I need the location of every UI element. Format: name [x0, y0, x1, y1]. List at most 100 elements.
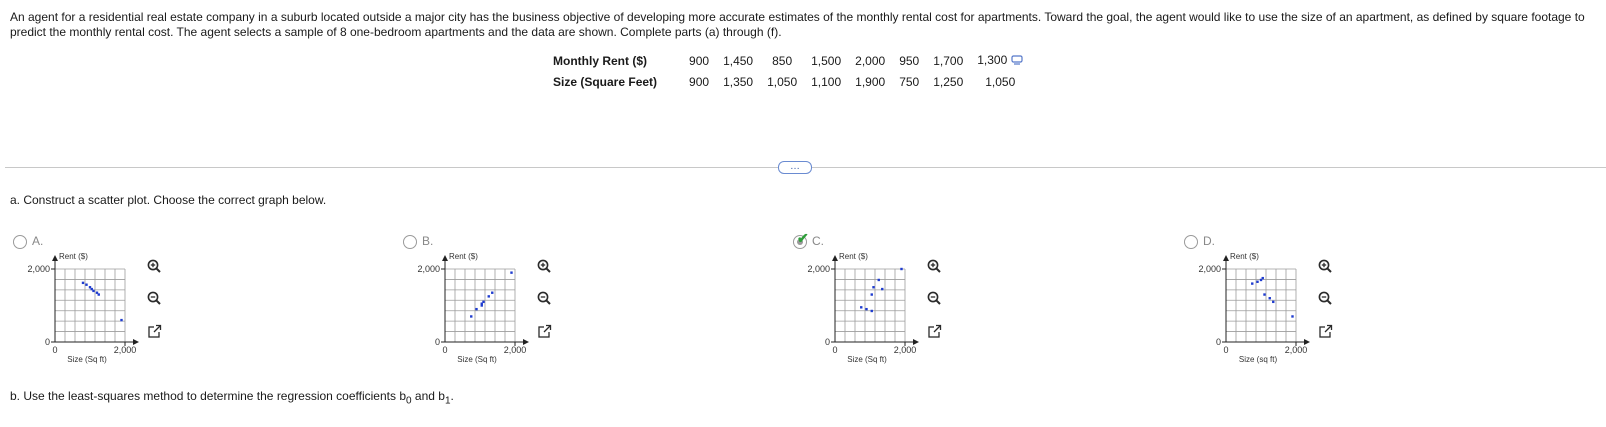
data-point: [1268, 297, 1271, 300]
data-point: [1251, 282, 1254, 285]
option-letter: A.: [32, 234, 44, 248]
part-b-suffix: .: [450, 389, 454, 403]
option-letter: C.: [812, 234, 824, 248]
x-tick-label: 0: [832, 345, 837, 355]
part-b-question: b. Use the least-squares method to deter…: [10, 389, 454, 406]
zoom-in-icon[interactable]: [1318, 259, 1332, 273]
rent-cell: 950: [899, 53, 920, 68]
y-axis-label: Rent ($): [839, 252, 868, 261]
data-point: [1263, 293, 1266, 296]
zoom-in-icon[interactable]: [147, 259, 161, 273]
data-point: [491, 291, 494, 294]
size-cell: 1,050: [767, 74, 798, 89]
x-tick-label: 2,000: [1285, 345, 1308, 355]
expand-button[interactable]: …: [778, 161, 812, 174]
y-tick-label: 0: [45, 337, 50, 347]
data-point: [81, 281, 85, 285]
size-row: Size (Square Feet) 900 1,350 1,050 1,100…: [553, 71, 1030, 92]
popout-icon[interactable]: [148, 324, 162, 338]
size-cell: 1,100: [811, 74, 842, 89]
rent-header: Monthly Rent ($): [553, 53, 647, 68]
rent-cell: 1,700: [933, 53, 964, 68]
rent-cell: 900: [689, 53, 710, 68]
y-tick-label: 2,000: [27, 264, 50, 274]
size-cell: 1,050: [985, 74, 1016, 89]
part-b-text: b. Use the least-squares method to deter…: [10, 389, 406, 403]
rent-row: Monthly Rent ($) 900 1,450 850 1,500 2,0…: [553, 50, 1030, 71]
size-header: Size (Square Feet): [553, 74, 658, 89]
y-axis-arrow: [52, 255, 58, 261]
option-letter: D.: [1203, 234, 1215, 248]
y-axis-arrow: [1223, 255, 1229, 261]
option-a[interactable]: A. Rent ($) 2,000 0 0 2,000 Size (Sq ft): [13, 234, 253, 375]
popout-icon[interactable]: [1319, 324, 1333, 338]
data-point: [470, 315, 473, 318]
part-a-question: a. Construct a scatter plot. Choose the …: [10, 193, 327, 207]
data-point: [1272, 300, 1275, 304]
data-point: [475, 307, 478, 311]
data-point: [1261, 276, 1264, 280]
x-axis-label: Size (Sq ft): [847, 355, 887, 364]
x-tick-label: 0: [52, 345, 57, 355]
y-tick-label: 2,000: [807, 264, 830, 274]
zoom-in-icon[interactable]: [537, 259, 551, 273]
popout-icon[interactable]: [928, 324, 942, 338]
size-cell: 1,250: [933, 74, 964, 89]
size-cell: 1,350: [723, 74, 754, 89]
scatter-plot: Rent ($) 2,000 00 2,000 Size (Sq ft): [27, 252, 162, 364]
problem-statement: An agent for a residential real estate c…: [10, 10, 1585, 39]
zoom-out-icon[interactable]: [1318, 291, 1332, 305]
data-table: Monthly Rent ($) 900 1,450 850 1,500 2,0…: [553, 50, 1030, 92]
y-axis-arrow: [442, 255, 448, 261]
rent-cell-value: 1,300: [977, 53, 1008, 68]
scatter-plot: Rent ($) 2,000 00 2,000 Size (Sq ft): [417, 252, 552, 364]
data-point: [881, 287, 884, 291]
data-point: [872, 286, 875, 289]
popout-icon[interactable]: [538, 324, 552, 338]
data-point: [482, 300, 485, 304]
option-d[interactable]: D. Rent ($) 2,000 0 0 2,000 Size (sq ft): [1184, 234, 1424, 375]
y-tick-label: 2,000: [417, 264, 440, 274]
option-letter: B.: [422, 234, 434, 248]
zoom-in-icon[interactable]: [927, 259, 941, 273]
rent-cell: 2,000: [855, 53, 886, 68]
data-point: [1291, 315, 1294, 318]
x-tick-label: 2,000: [894, 345, 917, 355]
rent-cell: 1,450: [723, 53, 754, 68]
zoom-out-icon[interactable]: [927, 291, 941, 305]
data-point: [510, 271, 513, 274]
data-point: [900, 267, 903, 271]
y-axis-label: Rent ($): [1230, 252, 1259, 261]
zoom-out-icon[interactable]: [147, 291, 161, 305]
option-radio[interactable]: [403, 235, 417, 249]
y-axis-label: Rent ($): [59, 252, 88, 261]
scatter-plot: Rent ($) 2,000 00 2,000 Size (sq ft): [1198, 252, 1333, 364]
x-axis-label: Size (Sq ft): [457, 355, 497, 364]
size-cell: 1,900: [855, 74, 886, 89]
part-b-and: and b: [411, 389, 445, 403]
size-cell: 900: [689, 74, 710, 89]
y-tick-label: 0: [435, 337, 440, 347]
data-point: [97, 293, 100, 296]
x-tick-label: 0: [442, 345, 447, 355]
y-axis-arrow: [832, 255, 838, 261]
copy-icon[interactable]: [1011, 54, 1023, 68]
y-tick-label: 0: [1216, 337, 1221, 347]
option-b[interactable]: B. Rent ($) 2,000 0 0 2,000 Size (Sq ft): [403, 234, 643, 375]
data-point: [120, 318, 123, 322]
x-tick-label: 2,000: [114, 345, 137, 355]
x-tick-label: 0: [1223, 345, 1228, 355]
rent-cell: 1,500: [811, 53, 842, 68]
data-point: [1256, 280, 1259, 283]
option-radio[interactable]: [1184, 235, 1198, 249]
option-c[interactable]: ✔ C. Rent ($) 2,000 0 0 2,000 Size (Sq ft): [793, 230, 1033, 375]
data-point: [92, 289, 95, 293]
data-point: [487, 295, 490, 298]
option-radio[interactable]: [13, 235, 27, 249]
scatter-plot: Rent ($) 2,000 00 2,000 Size (Sq ft): [807, 252, 942, 364]
x-axis-label: Size (sq ft): [1239, 355, 1278, 364]
zoom-out-icon[interactable]: [537, 291, 551, 305]
data-point: [870, 309, 873, 313]
y-tick-label: 2,000: [1198, 264, 1221, 274]
data-point: [860, 306, 863, 309]
